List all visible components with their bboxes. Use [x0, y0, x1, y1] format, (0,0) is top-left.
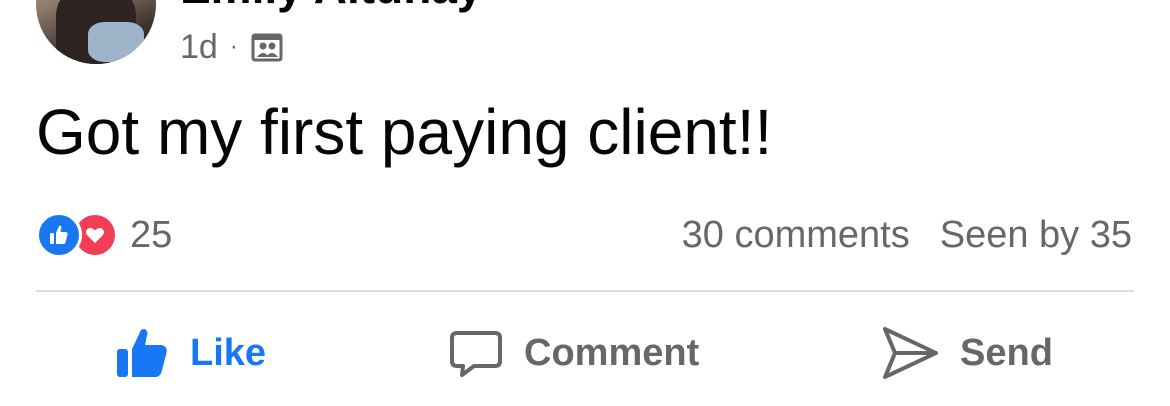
reaction-summary[interactable]: 25	[36, 210, 172, 260]
thumbs-up-icon	[114, 325, 170, 381]
like-icon	[36, 212, 82, 258]
comment-button[interactable]: Comment	[448, 318, 699, 388]
like-label: Like	[190, 331, 267, 374]
send-label: Send	[960, 331, 1053, 374]
author-name[interactable]: Emily Altunay	[180, 0, 482, 10]
friends-icon[interactable]	[250, 30, 284, 64]
avatar[interactable]	[36, 0, 156, 64]
post-stats: 30 comments Seen by 35	[682, 210, 1132, 260]
reaction-count: 25	[130, 213, 173, 256]
post-meta: 1d ·	[180, 26, 284, 68]
seen-by-link[interactable]: Seen by 35	[940, 214, 1132, 257]
action-bar: Like Comment Send	[0, 318, 1170, 388]
send-icon	[880, 323, 940, 383]
like-button[interactable]: Like	[114, 318, 266, 388]
comments-count-link[interactable]: 30 comments	[682, 214, 910, 257]
post-time[interactable]: 1d	[180, 28, 218, 67]
send-button[interactable]: Send	[880, 318, 1053, 388]
post-text: Got my first paying client!!	[36, 96, 773, 168]
comment-label: Comment	[524, 331, 700, 374]
divider	[36, 290, 1134, 292]
comment-bubble-icon	[448, 325, 504, 381]
avatar-figure-detail	[88, 22, 144, 62]
meta-separator: ·	[229, 33, 238, 60]
